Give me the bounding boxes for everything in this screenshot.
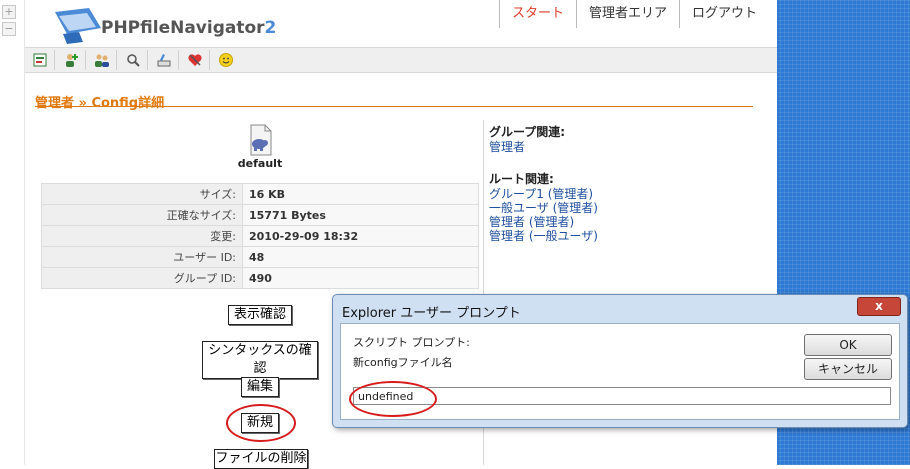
nav-logout[interactable]: ログアウト	[678, 0, 769, 28]
settings-icon[interactable]	[154, 50, 179, 70]
prompt-label: スクリプト プロンプト:	[353, 336, 470, 349]
view-button[interactable]: 表示確認	[228, 305, 292, 325]
config-icon[interactable]	[30, 50, 55, 70]
root-link[interactable]: 管理者 (管理者)	[489, 215, 749, 229]
delete-file-button[interactable]: ファイルの削除	[214, 449, 308, 469]
users-icon[interactable]	[92, 50, 117, 70]
related-panel: グループ関連: 管理者 ルート関連: グループ1 (管理者) 一般ユーザ (管理…	[489, 123, 749, 243]
smiley-icon[interactable]	[216, 50, 240, 70]
file-info-table: サイズ: 16 KB 正確なサイズ: 15771 Bytes 変更: 2010-29-…	[41, 183, 479, 289]
group-related-title: グループ関連:	[489, 125, 566, 139]
cancel-button[interactable]: キャンセル	[804, 358, 892, 380]
add-user-icon[interactable]	[61, 50, 86, 70]
divider	[35, 106, 753, 107]
file-name: default	[237, 157, 283, 170]
table-row: 正確なサイズ: 15771 Bytes	[41, 204, 479, 226]
close-icon[interactable]: x	[857, 297, 901, 316]
toolbar	[25, 47, 777, 73]
root-link[interactable]: 管理者 (一般ユーザ)	[489, 229, 749, 243]
ok-button[interactable]: OK	[804, 334, 892, 356]
expand-icon[interactable]: +	[2, 5, 16, 19]
highlight-new-ellipse	[226, 404, 296, 442]
root-link[interactable]: 一般ユーザ (管理者)	[489, 201, 749, 215]
left-strip: + −	[0, 0, 24, 465]
favorites-icon[interactable]	[185, 50, 210, 70]
group-link[interactable]: 管理者	[489, 140, 749, 154]
table-row: ユーザー ID: 48	[41, 246, 479, 268]
logo-icon	[55, 8, 101, 44]
php-file-icon	[250, 124, 272, 156]
nav-start[interactable]: スタート	[498, 0, 576, 28]
root-related-title: ルート関連:	[489, 172, 554, 186]
prompt-dialog: Explorer ユーザー プロンプト x スクリプト プロンプト: 新conf…	[332, 294, 908, 428]
top-navigation: スタート 管理者エリア ログアウト	[498, 0, 769, 28]
dialog-title: Explorer ユーザー プロンプト	[342, 306, 521, 321]
table-row: 変更: 2010-29-09 18:32	[41, 225, 479, 247]
root-link[interactable]: グループ1 (管理者)	[489, 187, 749, 201]
search-icon[interactable]	[123, 50, 148, 70]
prompt-text: 新configファイル名	[353, 356, 453, 369]
breadcrumb: 管理者 » Config詳細	[35, 96, 165, 111]
edit-button[interactable]: 編集	[241, 377, 279, 397]
table-row: サイズ: 16 KB	[41, 183, 479, 205]
collapse-icon[interactable]: −	[2, 22, 16, 36]
highlight-input-ellipse	[349, 381, 437, 417]
syntax-check-button[interactable]: シンタックスの確認	[202, 341, 318, 379]
app-logo-text: PHPfileNavigator2	[101, 18, 277, 38]
nav-admin-area[interactable]: 管理者エリア	[575, 0, 679, 28]
table-row: グループ ID: 490	[41, 267, 479, 289]
